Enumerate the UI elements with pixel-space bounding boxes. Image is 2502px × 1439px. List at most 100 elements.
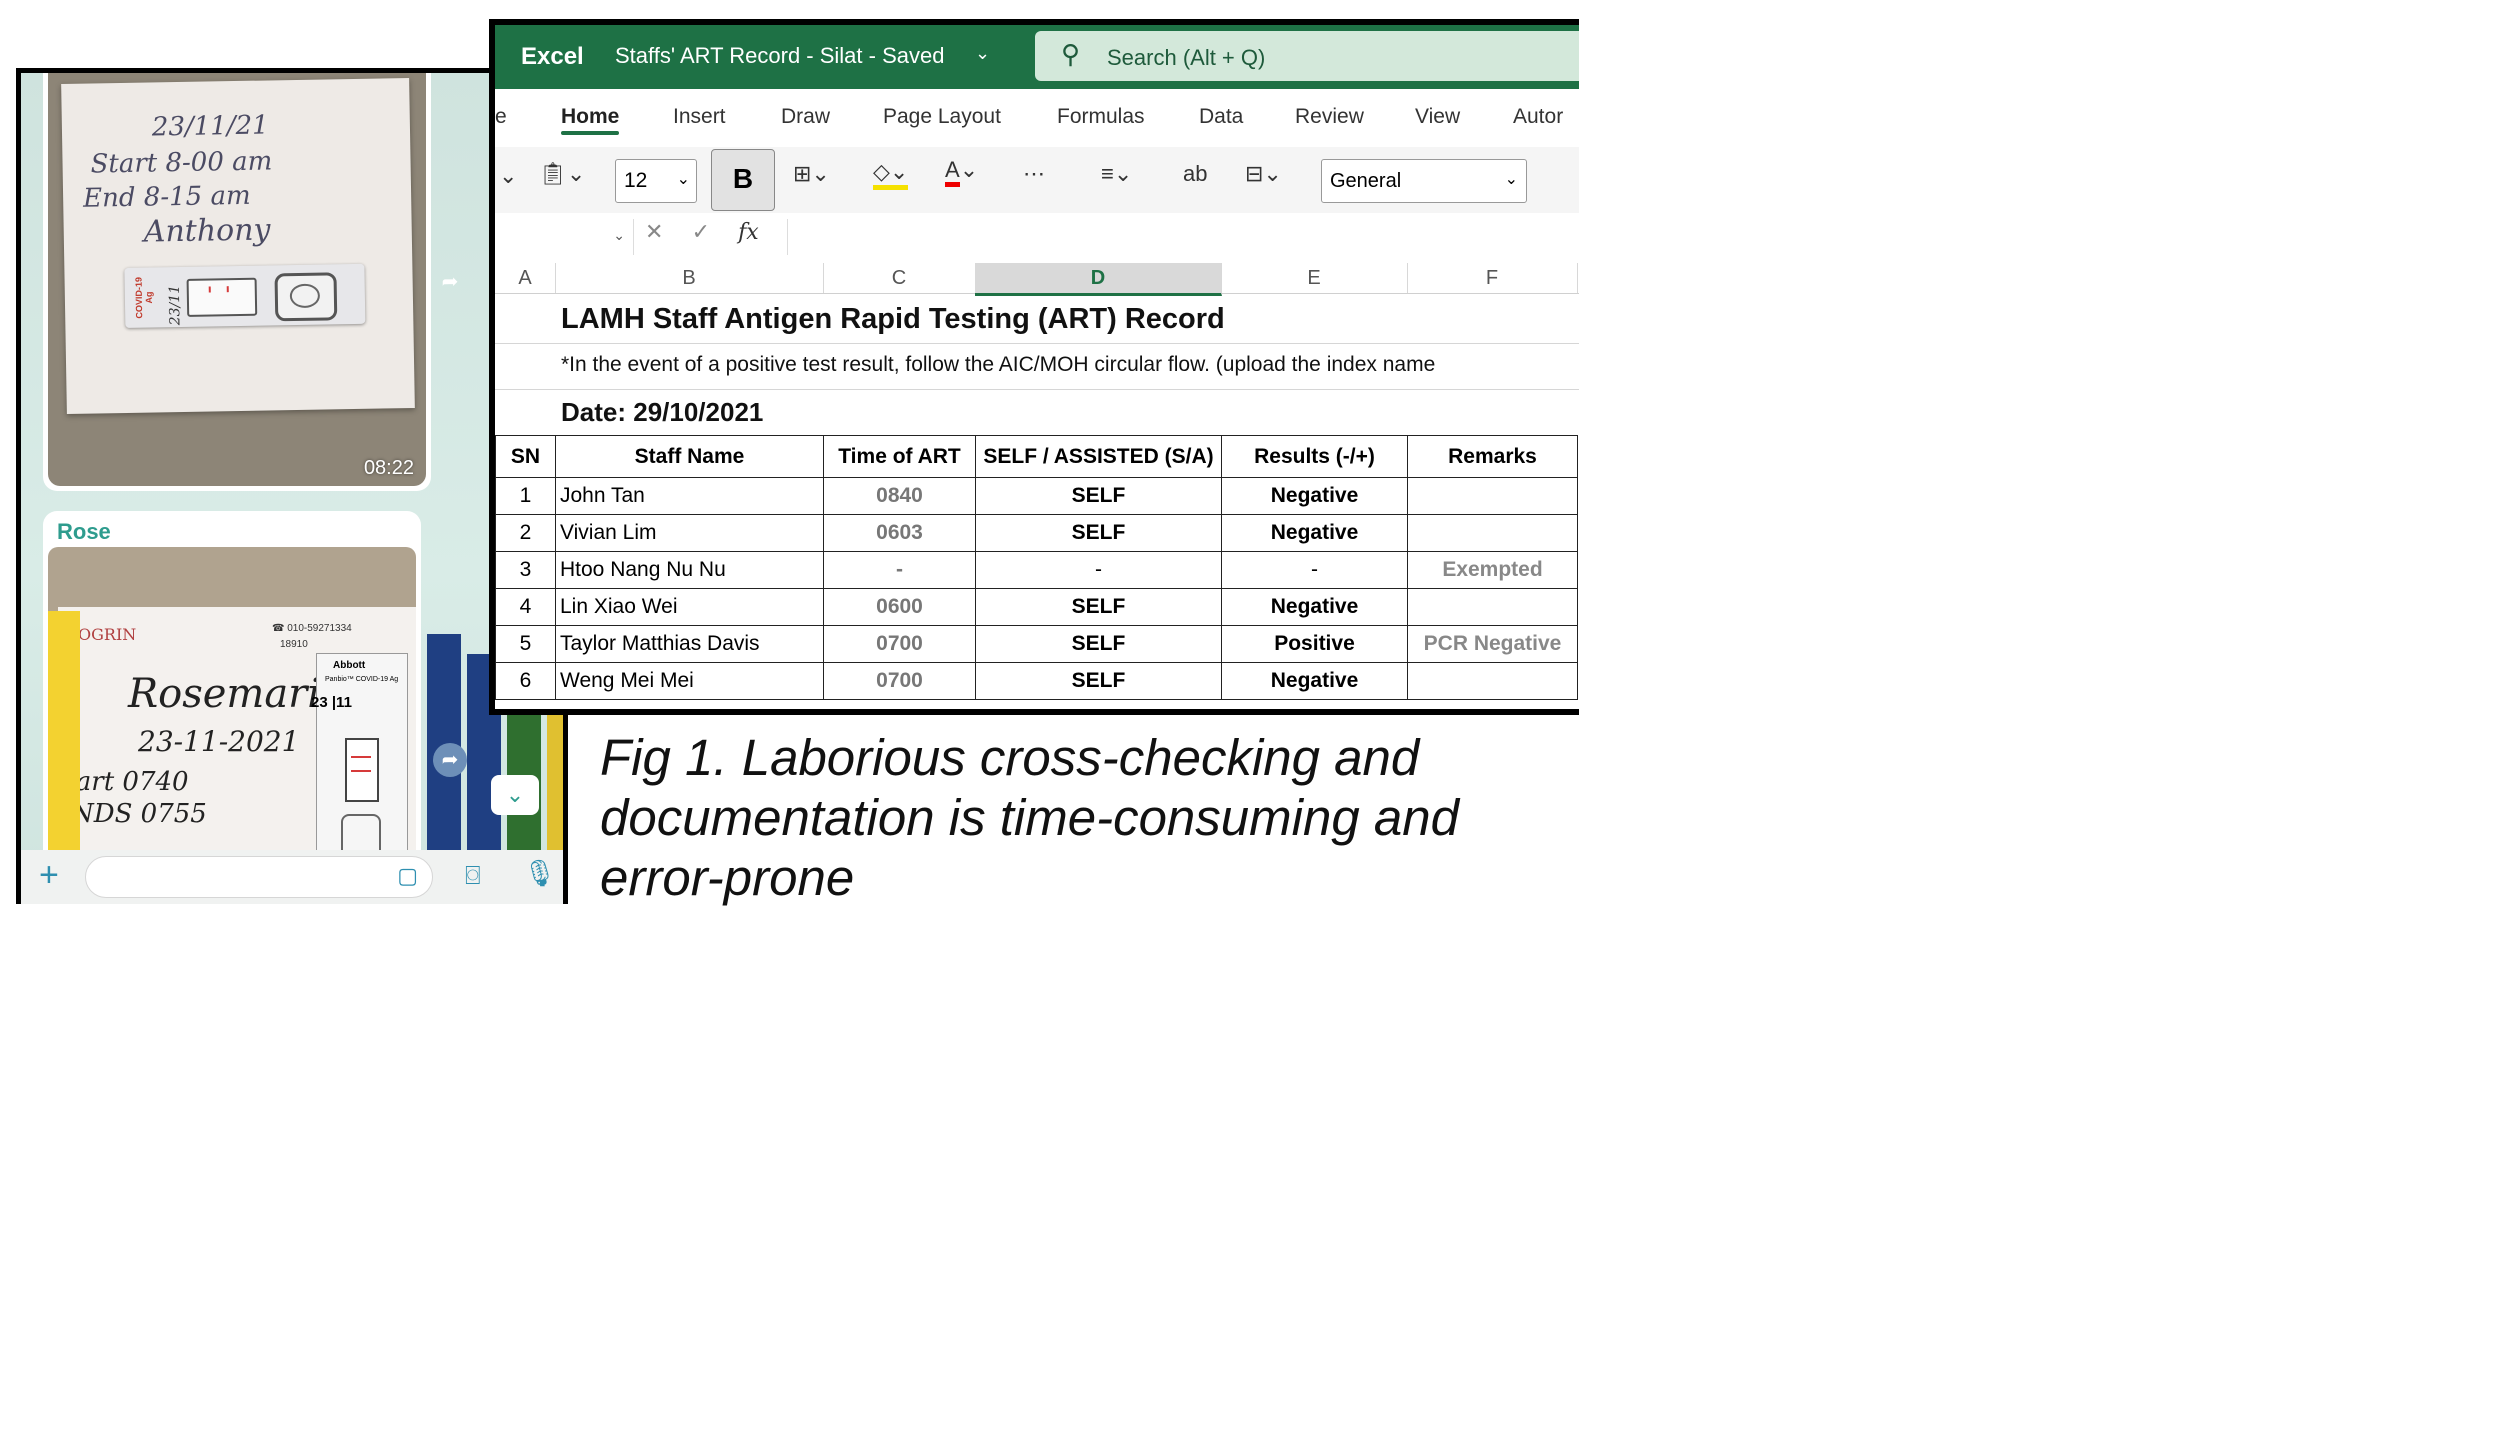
cell-name[interactable]: Lin Xiao Wei xyxy=(555,588,824,626)
tab-data[interactable]: Data xyxy=(1199,105,1243,129)
number-format-select[interactable]: General ⌄ xyxy=(1321,159,1527,203)
scroll-down-icon[interactable]: ⌄ xyxy=(491,775,539,815)
cell-mode[interactable]: SELF xyxy=(975,514,1222,552)
tab-home[interactable]: Home xyxy=(561,105,620,135)
chevron-down-icon[interactable]: ⌄ xyxy=(499,163,517,189)
cell-time[interactable]: 0840 xyxy=(823,477,976,515)
image-message-1[interactable]: 23/11/21 Start 8-00 am End 8-15 am Antho… xyxy=(43,73,431,491)
chevron-down-icon[interactable]: ⌄ xyxy=(975,43,990,64)
cell-result[interactable]: Negative xyxy=(1221,514,1408,552)
document-title[interactable]: Staffs' ART Record - Silat - Saved xyxy=(615,43,944,69)
image-message-2[interactable]: Rose OGRIN ☎ 010-59271334 18910 Rosemari… xyxy=(43,511,421,904)
cell-result[interactable]: Negative xyxy=(1221,477,1408,515)
cell-sn[interactable]: 4 xyxy=(495,588,556,626)
tab-insert[interactable]: Insert xyxy=(673,105,726,129)
cell-sn[interactable]: 5 xyxy=(495,625,556,663)
cell-name[interactable]: John Tan xyxy=(555,477,824,515)
column-header-a[interactable]: A xyxy=(495,263,556,293)
sticker-icon[interactable]: ▢ xyxy=(397,863,418,889)
app-name: Excel xyxy=(521,43,584,70)
font-size-select[interactable]: 12 ⌄ xyxy=(615,159,697,203)
attach-plus-icon[interactable]: + xyxy=(39,856,59,895)
cell-sn[interactable]: 1 xyxy=(495,477,556,515)
header-self-assisted[interactable]: SELF / ASSISTED (S/A) xyxy=(975,435,1222,478)
tab-page-layout[interactable]: Page Layout xyxy=(883,105,1001,129)
font-color-icon[interactable]: A⌄ xyxy=(945,157,978,187)
cell-name[interactable]: Htoo Nang Nu Nu xyxy=(555,551,824,589)
cell-mode[interactable]: - xyxy=(975,551,1222,589)
fill-color-icon[interactable]: ◇⌄ xyxy=(873,159,909,190)
sheet-date[interactable]: Date: 29/10/2021 xyxy=(561,397,763,428)
excel-window: Excel Staffs' ART Record - Silat - Saved… xyxy=(489,19,1579,715)
cell-remarks[interactable] xyxy=(1407,588,1578,626)
wrap-text-icon[interactable]: ab xyxy=(1183,161,1207,187)
column-header-f[interactable]: F xyxy=(1407,263,1578,293)
figure-caption: Fig 1. Laborious cross-checking and docu… xyxy=(600,729,1459,906)
header-remarks[interactable]: Remarks xyxy=(1407,435,1578,478)
cell-time[interactable]: - xyxy=(823,551,976,589)
header-results[interactable]: Results (-/+) xyxy=(1221,435,1408,478)
cell-name[interactable]: Taylor Matthias Davis xyxy=(555,625,824,663)
message-input-bar: + ▢ ⌼ 🎙 xyxy=(21,850,563,904)
column-header-d[interactable]: D xyxy=(975,263,1222,296)
result-window-2 xyxy=(345,738,379,802)
header-time[interactable]: Time of ART xyxy=(823,435,976,478)
header-staff-name[interactable]: Staff Name xyxy=(555,435,824,478)
cell-result[interactable]: - xyxy=(1221,551,1408,589)
merge-icon[interactable]: ⊟⌄ xyxy=(1245,161,1282,187)
tab-file-partial[interactable]: e xyxy=(495,105,507,129)
column-header-b[interactable]: B xyxy=(555,263,824,293)
forward-icon-2[interactable]: ➦ xyxy=(433,743,467,777)
formula-input[interactable] xyxy=(787,219,1579,255)
cell-time[interactable]: 0603 xyxy=(823,514,976,552)
name-box[interactable]: ⌄ xyxy=(495,219,634,255)
tab-view[interactable]: View xyxy=(1415,105,1460,129)
cancel-icon[interactable]: ✕ xyxy=(645,219,663,244)
cell-mode[interactable]: SELF xyxy=(975,588,1222,626)
cell-time[interactable]: 0700 xyxy=(823,662,976,700)
camera-icon[interactable]: ⌼ xyxy=(465,860,481,892)
search-box[interactable]: ⚲ Search (Alt + Q) xyxy=(1035,31,1579,81)
cell-sn[interactable]: 6 xyxy=(495,662,556,700)
chat-panel: 23/11/21 Start 8-00 am End 8-15 am Antho… xyxy=(16,68,568,904)
cell-result[interactable]: Positive xyxy=(1221,625,1408,663)
bold-button[interactable]: B xyxy=(711,149,775,211)
cell-remarks[interactable]: Exempted xyxy=(1407,551,1578,589)
sheet-note[interactable]: *In the event of a positive test result,… xyxy=(561,353,1435,377)
cell-result[interactable]: Negative xyxy=(1221,588,1408,626)
cell-mode[interactable]: SELF xyxy=(975,477,1222,515)
tab-draw[interactable]: Draw xyxy=(781,105,830,129)
forward-icon[interactable]: ➦ xyxy=(433,265,467,299)
card-date: 23-11-2021 xyxy=(138,725,300,758)
cell-remarks[interactable] xyxy=(1407,477,1578,515)
column-header-e[interactable]: E xyxy=(1221,263,1408,293)
message-input[interactable]: ▢ xyxy=(85,856,433,898)
cell-remarks[interactable] xyxy=(1407,514,1578,552)
cell-name[interactable]: Weng Mei Mei xyxy=(555,662,824,700)
cell-mode[interactable]: SELF xyxy=(975,625,1222,663)
tab-formulas[interactable]: Formulas xyxy=(1057,105,1145,129)
align-icon[interactable]: ≡⌄ xyxy=(1101,161,1132,187)
header-sn[interactable]: SN xyxy=(495,435,556,478)
tab-review[interactable]: Review xyxy=(1295,105,1364,129)
cell-time[interactable]: 0600 xyxy=(823,588,976,626)
column-header-c[interactable]: C xyxy=(823,263,976,293)
cell-time[interactable]: 0700 xyxy=(823,625,976,663)
cell-name[interactable]: Vivian Lim xyxy=(555,514,824,552)
cell-sn[interactable]: 2 xyxy=(495,514,556,552)
confirm-icon[interactable]: ✓ xyxy=(692,219,710,244)
art-photo-1[interactable]: 23/11/21 Start 8-00 am End 8-15 am Antho… xyxy=(48,73,426,486)
cell-mode[interactable]: SELF xyxy=(975,662,1222,700)
cell-remarks[interactable] xyxy=(1407,662,1578,700)
cell-remarks[interactable]: PCR Negative xyxy=(1407,625,1578,663)
paste-icon[interactable]: 📋︎⌄ xyxy=(539,161,585,187)
microphone-icon[interactable]: 🎙 xyxy=(523,858,556,889)
borders-icon[interactable]: ⊞⌄ xyxy=(793,161,830,187)
tab-automate[interactable]: Autor xyxy=(1513,105,1563,129)
sender-name: Rose xyxy=(57,519,111,544)
cell-result[interactable]: Negative xyxy=(1221,662,1408,700)
fx-icon[interactable]: fx xyxy=(738,220,759,245)
more-options-icon[interactable]: ⋯ xyxy=(1023,161,1045,187)
sheet-title[interactable]: LAMH Staff Antigen Rapid Testing (ART) R… xyxy=(561,303,1225,336)
cell-sn[interactable]: 3 xyxy=(495,551,556,589)
